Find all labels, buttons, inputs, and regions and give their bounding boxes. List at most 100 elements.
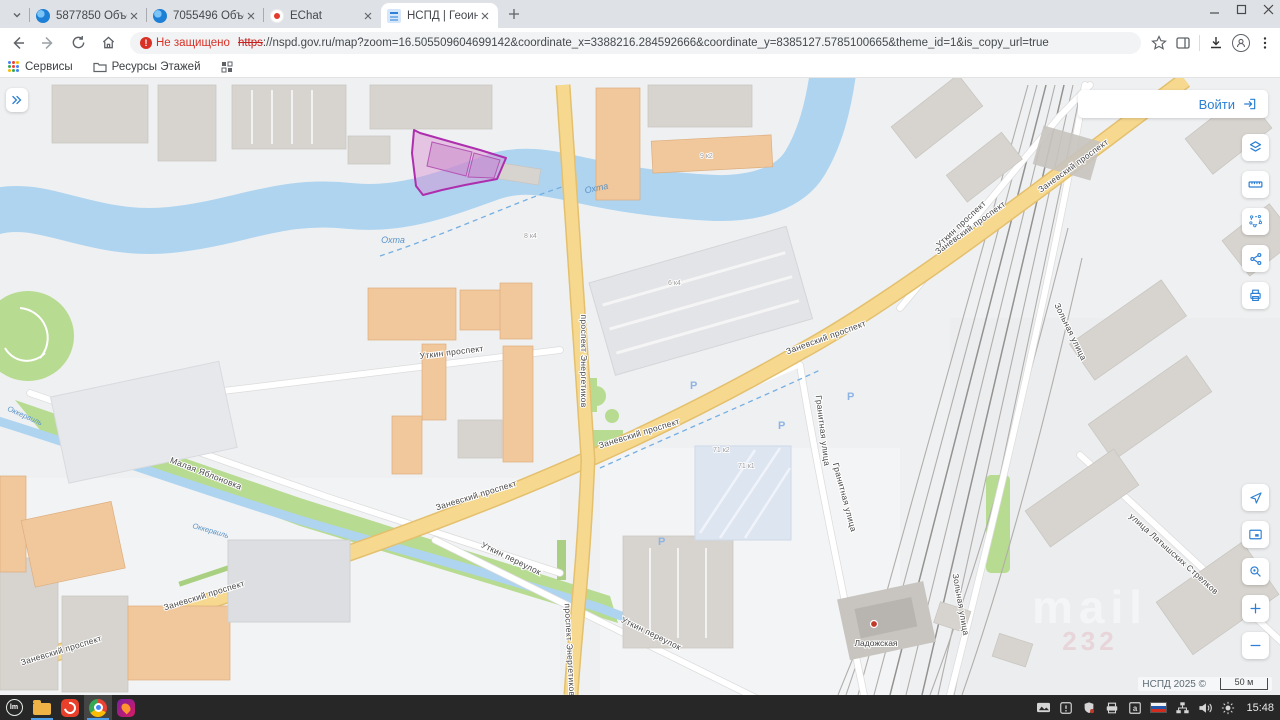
login-bar[interactable]: Войти — [1078, 90, 1268, 118]
tab-search-button[interactable] — [6, 5, 28, 25]
close-tab-icon[interactable] — [127, 9, 141, 23]
taskbar-clock: 15:48 — [1246, 702, 1274, 714]
volume-icon[interactable] — [1197, 700, 1213, 716]
close-window-button[interactable] — [1263, 4, 1274, 15]
ruler-icon — [1247, 176, 1264, 193]
chrome-button[interactable] — [84, 695, 112, 720]
brightness-icon[interactable] — [1220, 700, 1236, 716]
attribution-text: НСПД 2025 © — [1142, 679, 1206, 690]
start-menu-button[interactable]: lm — [0, 695, 28, 720]
screenshot-tool-icon[interactable] — [1035, 700, 1051, 716]
not-secure-icon: ! — [140, 37, 152, 49]
forward-button[interactable] — [36, 31, 60, 55]
map-canvas[interactable]: mail 232 Заневский проспект Заневский пр… — [0, 78, 1280, 695]
svg-text:Р: Р — [847, 391, 854, 403]
security-chip[interactable]: ! Не защищено — [140, 37, 230, 49]
share-button[interactable] — [1242, 245, 1269, 272]
url-rest: ://nspd.gov.ru/map?zoom=16.5055096046991… — [263, 37, 1049, 49]
expand-panel-button[interactable] — [6, 88, 28, 112]
close-tab-icon[interactable] — [361, 9, 375, 23]
keyboard-layout-flag-ru[interactable] — [1150, 702, 1167, 713]
search-on-map-button[interactable] — [1242, 558, 1269, 585]
security-label: Не защищено — [156, 37, 230, 49]
system-tray: a 15:48 — [1035, 700, 1280, 716]
address-actions — [1151, 34, 1272, 52]
plus-icon — [508, 8, 520, 20]
tab-object-1[interactable]: 5877850 Объект — [30, 3, 147, 28]
update-manager-icon[interactable] — [1058, 700, 1074, 716]
chevron-down-icon — [12, 10, 22, 20]
window-controls — [1209, 4, 1274, 15]
svg-text:Ладожская: Ладожская — [854, 638, 897, 648]
url-scheme: https — [238, 37, 263, 49]
character-app-icon[interactable]: a — [1127, 700, 1143, 716]
back-button[interactable] — [6, 31, 30, 55]
tab-title: EChat — [290, 10, 361, 22]
nspd-favicon — [387, 9, 401, 23]
etagi-favicon — [153, 9, 167, 23]
bookmarks-bar: Сервисы Ресурсы Этажей — [0, 57, 1280, 78]
tab-title: НСПД | Геоинформационн — [407, 10, 478, 22]
layers-button[interactable] — [1242, 134, 1269, 161]
minimap-button[interactable] — [1242, 521, 1269, 548]
new-tab-button[interactable] — [502, 2, 526, 26]
bookmark-folder-etagi[interactable]: Ресурсы Этажей — [85, 58, 209, 76]
url-field[interactable]: ! Не защищено https://nspd.gov.ru/map?zo… — [130, 32, 1141, 54]
bookmark-star-icon[interactable] — [1151, 35, 1167, 51]
red-app-icon — [61, 699, 79, 717]
tab-object-2[interactable]: 7055496 Объект — [147, 3, 264, 28]
svg-text:9 к2: 9 к2 — [700, 153, 713, 160]
home-button[interactable] — [96, 31, 120, 55]
minimize-button[interactable] — [1209, 4, 1220, 15]
address-bar: ! Не защищено https://nspd.gov.ru/map?zo… — [0, 28, 1280, 57]
share-icon — [1248, 251, 1264, 267]
tab-nspd-active[interactable]: НСПД | Геоинформационн — [381, 3, 498, 28]
url-text: https://nspd.gov.ru/map?zoom=16.50550960… — [238, 37, 1049, 49]
zoom-out-button[interactable] — [1242, 632, 1269, 659]
tab-title: 5877850 Объект — [56, 10, 127, 22]
maximize-button[interactable] — [1236, 4, 1247, 15]
tab-title: 7055496 Объект — [173, 10, 244, 22]
svg-text:a: a — [1133, 704, 1138, 713]
tab-echat[interactable]: EChat — [264, 3, 381, 28]
search-location-icon — [1247, 563, 1264, 580]
network-icon[interactable] — [1174, 700, 1190, 716]
flame-app-button[interactable] — [112, 695, 140, 720]
etagi-favicon — [36, 9, 50, 23]
minimap-icon — [1247, 526, 1264, 543]
svg-text:Охта: Охта — [381, 235, 405, 245]
folder-icon — [33, 703, 51, 715]
close-tab-icon[interactable] — [478, 9, 492, 23]
reload-button[interactable] — [66, 31, 90, 55]
profile-avatar[interactable] — [1232, 34, 1250, 52]
lasso-select-icon — [1247, 213, 1264, 230]
map-attribution: НСПД 2025 © 50 м — [1138, 677, 1272, 691]
close-tab-icon[interactable] — [244, 9, 258, 23]
geolocate-button[interactable] — [1242, 484, 1269, 511]
watermark-text: 232 — [1062, 626, 1117, 656]
printer-tray-icon[interactable] — [1104, 700, 1120, 716]
bookmark-app-tile[interactable] — [213, 58, 241, 76]
login-icon — [1242, 96, 1258, 112]
side-panel-icon[interactable] — [1175, 35, 1191, 51]
map-svg: mail 232 Заневский проспект Заневский пр… — [0, 78, 1280, 695]
firewall-shield-icon[interactable] — [1081, 700, 1097, 716]
red-app-button[interactable] — [56, 695, 84, 720]
svg-text:71 к1: 71 к1 — [738, 463, 755, 470]
plus-icon — [1248, 601, 1263, 616]
zoom-in-button[interactable] — [1242, 595, 1269, 622]
measure-button[interactable] — [1242, 171, 1269, 198]
chrome-icon — [89, 699, 107, 717]
downloads-icon[interactable] — [1208, 35, 1224, 51]
bookmark-label: Сервисы — [25, 61, 73, 73]
svg-text:8 к4: 8 к4 — [524, 233, 537, 240]
select-area-button[interactable] — [1242, 208, 1269, 235]
echat-favicon — [270, 9, 284, 23]
file-manager-button[interactable] — [28, 695, 56, 720]
bookmark-services[interactable]: Сервисы — [0, 58, 81, 76]
print-button[interactable] — [1242, 282, 1269, 309]
menu-dots-icon[interactable] — [1258, 36, 1272, 50]
scale-bar: 50 м — [1220, 678, 1268, 690]
mint-logo-icon: lm — [6, 699, 23, 716]
flame-app-icon — [117, 699, 135, 717]
